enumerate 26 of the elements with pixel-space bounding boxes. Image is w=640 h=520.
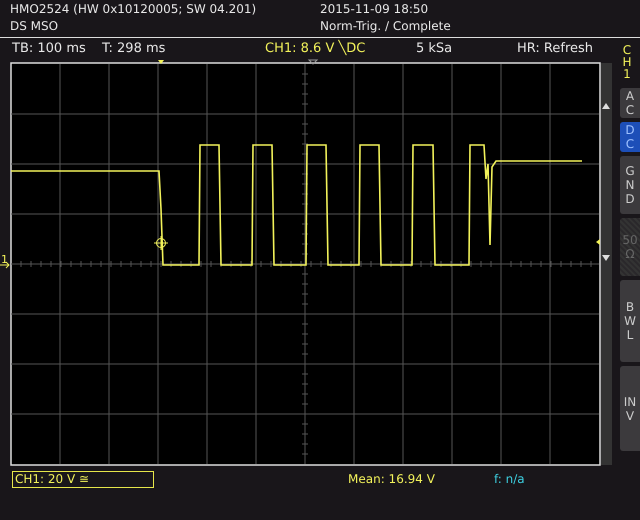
trigger-status: Norm-Trig. / Complete: [320, 19, 452, 34]
mean-value: Mean: 16.94 V: [348, 472, 436, 486]
trigger-crosshair-icon: [154, 236, 168, 250]
trigger-position-icon[interactable]: [158, 60, 164, 64]
sample-rate: 5 kSa: [416, 41, 454, 56]
mode-label: DS MSO: [10, 19, 60, 34]
side-button[interactable]: GND: [620, 156, 640, 214]
channel-marker: 1: [1, 253, 8, 266]
trigger-time: T: 298 ms: [102, 41, 166, 56]
channel-label: CH1: [622, 44, 632, 80]
acquisition-mode: HR: Refresh: [517, 41, 594, 56]
channel-scale[interactable]: CH1: 20 V ≅: [12, 470, 154, 488]
frequency-value: f: n/a: [494, 472, 525, 486]
scrollbar[interactable]: [601, 63, 612, 465]
side-button[interactable]: INV: [620, 366, 640, 451]
side-button[interactable]: AC: [620, 88, 640, 118]
center-marker-icon: [308, 60, 318, 65]
side-button[interactable]: BWL: [620, 280, 640, 362]
side-button[interactable]: DC: [620, 122, 640, 152]
date-time: 2015-11-09 18:50: [320, 2, 430, 17]
timebase: TB: 100 ms: [12, 41, 87, 56]
ground-arrow-icon: [0, 262, 10, 268]
scroll-down-icon[interactable]: [602, 255, 610, 261]
device-info: HMO2524 (HW 0x10120005; SW 04.201): [10, 2, 258, 17]
scroll-up-icon[interactable]: [602, 103, 610, 109]
channel-trigger: CH1: 8.6 V ╲DC: [265, 41, 366, 56]
